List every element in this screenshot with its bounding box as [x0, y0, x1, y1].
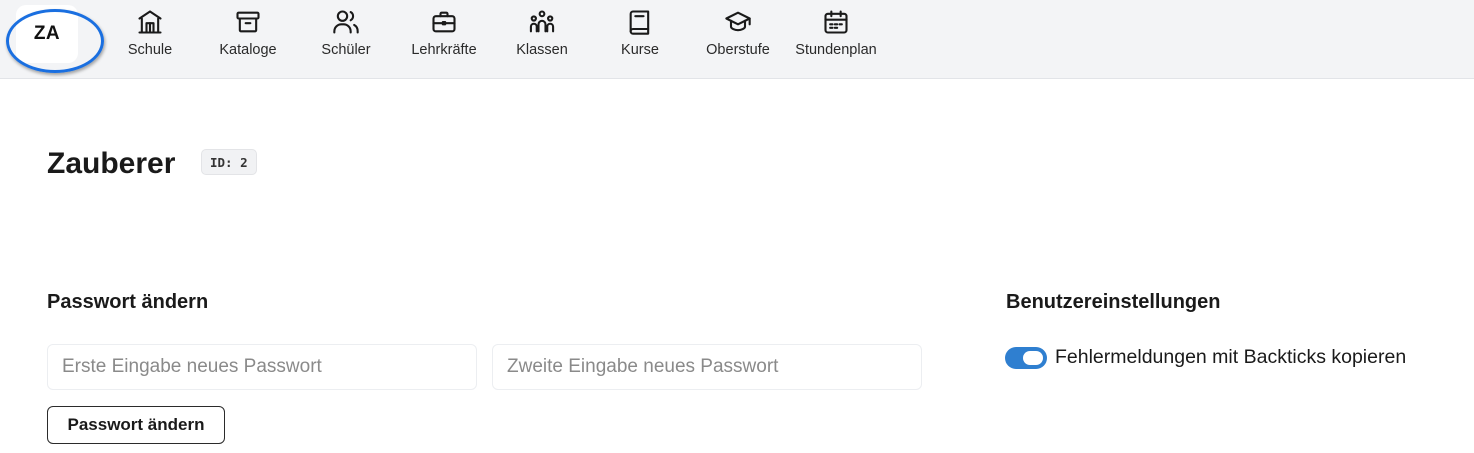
- book-icon: [629, 10, 650, 35]
- change-password-button[interactable]: Passwort ändern: [47, 406, 225, 444]
- settings-section-heading: Benutzereinstellungen: [1006, 291, 1221, 313]
- nav-label-schueler: Schüler: [321, 42, 371, 58]
- nav-item-lehrkraefte[interactable]: Lehrkräfte: [396, 8, 492, 68]
- nav-item-kataloge[interactable]: Kataloge: [200, 8, 296, 68]
- backticks-setting-row[interactable]: Fehlermeldungen mit Backticks kopieren: [1005, 346, 1406, 369]
- id-badge: ID: 2: [201, 149, 257, 175]
- briefcase-icon: [432, 11, 456, 33]
- nav-label-oberstufe: Oberstufe: [706, 42, 770, 58]
- toggle-knob: [1023, 350, 1043, 365]
- nav-label-kurse: Kurse: [621, 42, 659, 58]
- first-password-input[interactable]: [47, 344, 477, 390]
- backticks-toggle[interactable]: [1005, 346, 1047, 369]
- graduation-cap-icon: [725, 11, 751, 32]
- page-title: Zauberer: [47, 147, 176, 180]
- nav-label-stundenplan: Stundenplan: [795, 42, 877, 58]
- users-icon: [333, 10, 359, 34]
- nav-item-klassen[interactable]: Klassen: [494, 8, 590, 68]
- nav-item-stundenplan[interactable]: Stundenplan: [788, 8, 884, 68]
- user-avatar[interactable]: ZA: [16, 5, 78, 63]
- nav-item-oberstufe[interactable]: Oberstufe: [690, 8, 786, 68]
- nav-item-schule[interactable]: Schule: [102, 8, 198, 68]
- nav-item-schueler[interactable]: Schüler: [298, 8, 394, 68]
- group-icon: [529, 10, 555, 33]
- nav-label-klassen: Klassen: [516, 42, 568, 58]
- nav-label-kataloge: Kataloge: [219, 42, 277, 58]
- calendar-icon: [824, 10, 848, 34]
- building-icon: [138, 10, 162, 34]
- nav-label-schule: Schule: [127, 42, 173, 58]
- archive-icon: [236, 11, 260, 33]
- nav-item-kurse[interactable]: Kurse: [592, 8, 688, 68]
- nav-label-lehrkraefte: Lehrkräfte: [411, 42, 477, 58]
- password-section-heading: Passwort ändern: [47, 291, 209, 313]
- backticks-toggle-label: Fehlermeldungen mit Backticks kopieren: [1055, 346, 1407, 368]
- top-navigation-bar: ZA Schule Kataloge Schüler Lehrkräfte Kl…: [0, 0, 1474, 79]
- second-password-input[interactable]: [492, 344, 922, 390]
